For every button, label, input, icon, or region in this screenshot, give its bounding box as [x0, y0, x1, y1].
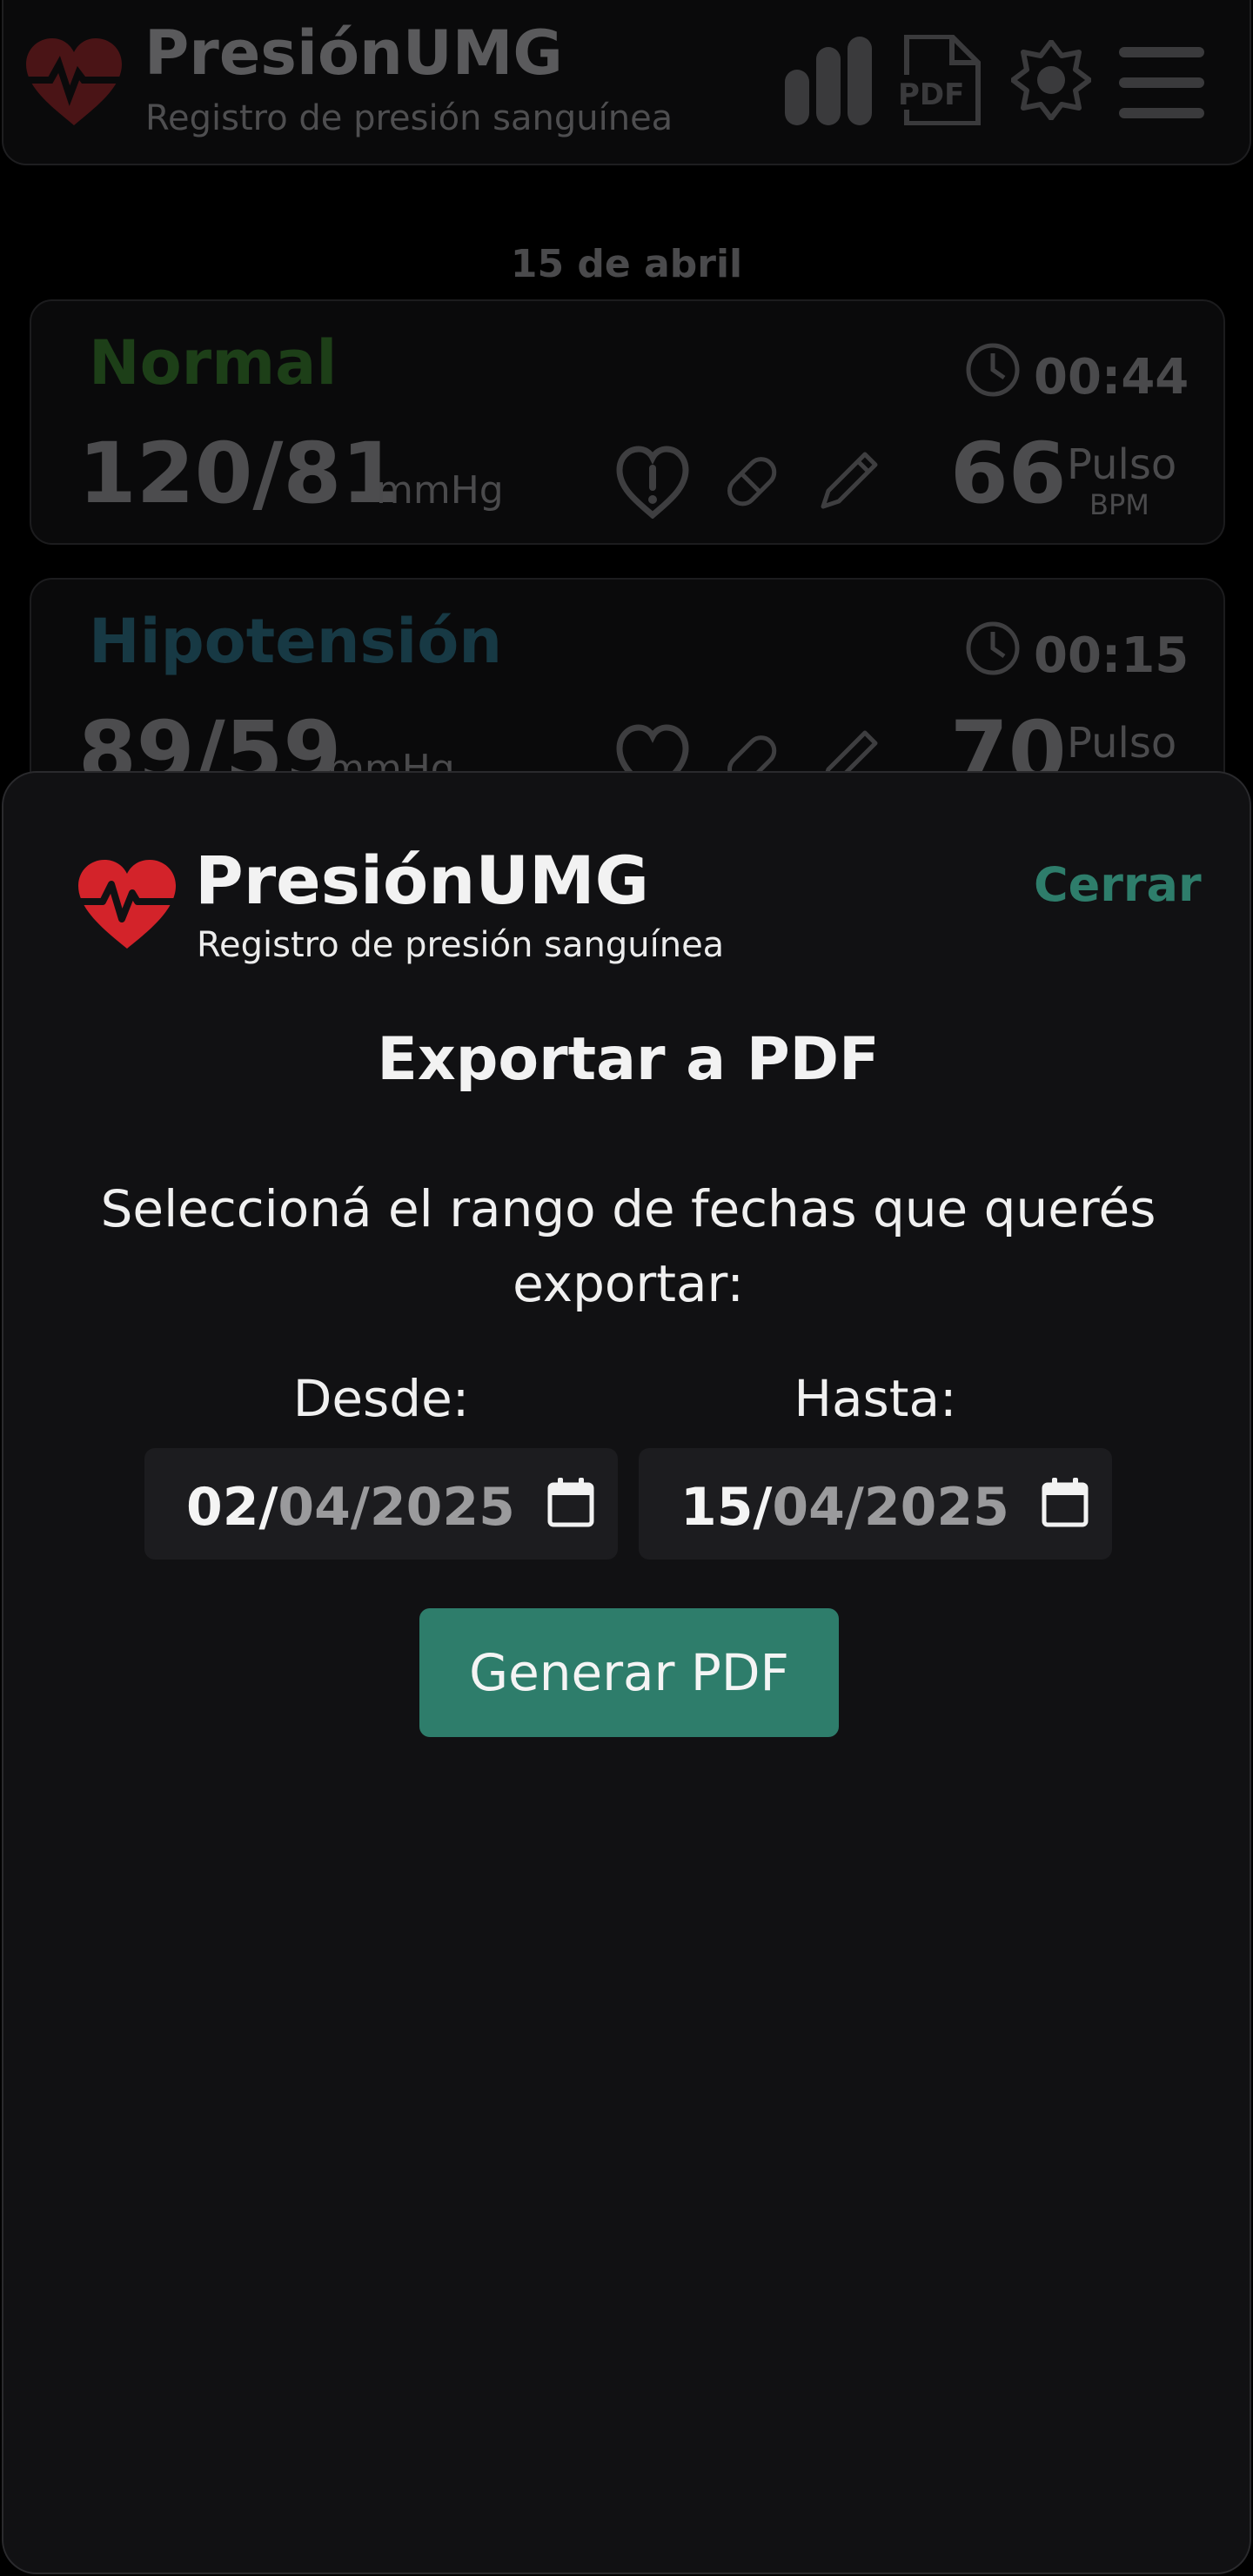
heart-alert-icon [616, 446, 689, 519]
from-date-label: Desde: [292, 1369, 470, 1428]
clock-icon [966, 621, 1020, 675]
to-date-group: Hasta: 15/04/2025 [639, 1373, 1112, 1560]
calendar-icon[interactable] [1039, 1474, 1091, 1530]
sheet-app-subtitle: Registro de presión sanguínea [197, 925, 725, 965]
menu-icon[interactable] [1119, 45, 1204, 120]
from-date-group: Desde: 02/04/2025 [144, 1373, 618, 1560]
app-header: PresiónUMG Registro de presión sanguínea… [2, 0, 1251, 165]
theme-toggle-icon[interactable] [1011, 40, 1091, 120]
from-date-value: 02/04/2025 [186, 1477, 515, 1538]
svg-text:PDF: PDF [898, 77, 964, 112]
to-date-value: 15/04/2025 [680, 1477, 1009, 1538]
calendar-icon[interactable] [545, 1474, 597, 1530]
sheet-app-title: PresiónUMG [195, 842, 650, 919]
edit-pencil-icon[interactable] [811, 446, 884, 519]
pulse-label: Pulso [1067, 719, 1177, 768]
app-title: PresiónUMG [144, 17, 563, 89]
close-button[interactable]: Cerrar [1034, 862, 1202, 909]
export-title: Exportar a PDF [377, 1025, 880, 1094]
reading-category: Normal [89, 327, 338, 399]
reading-card[interactable]: Normal 00:44 120/81 mmHg 66 Pulso BPM [30, 299, 1225, 545]
pulse-label: Pulso [1067, 440, 1177, 489]
pdf-icon[interactable]: PDF [895, 35, 982, 125]
reading-pulse: 66 [950, 425, 1067, 522]
generate-pdf-button[interactable]: Generar PDF [419, 1608, 839, 1737]
heart-pulse-logo-icon [23, 38, 125, 125]
heart-pulse-logo-icon [73, 860, 181, 949]
reading-unit: mmHg [376, 468, 504, 513]
export-instruction: Seleccioná el rango de fechas que querés… [100, 1179, 1156, 1313]
reading-time: 00:44 [1034, 349, 1189, 406]
export-pdf-sheet: PresiónUMG Registro de presión sanguínea… [2, 771, 1251, 2574]
reading-pressure: 120/81 [78, 425, 400, 522]
to-date-input[interactable]: 15/04/2025 [639, 1448, 1112, 1560]
pulse-unit: BPM [1089, 488, 1149, 521]
reading-category: Hipotensión [89, 606, 503, 677]
bar-chart-icon[interactable] [783, 35, 872, 125]
clock-icon [966, 343, 1020, 397]
pill-icon [727, 457, 777, 506]
reading-time: 00:15 [1034, 627, 1189, 684]
from-date-input[interactable]: 02/04/2025 [144, 1448, 618, 1560]
app-subtitle: Registro de presión sanguínea [145, 98, 673, 138]
history-date-heading: 15 de abril [510, 242, 743, 286]
to-date-label: Hasta: [794, 1369, 957, 1428]
